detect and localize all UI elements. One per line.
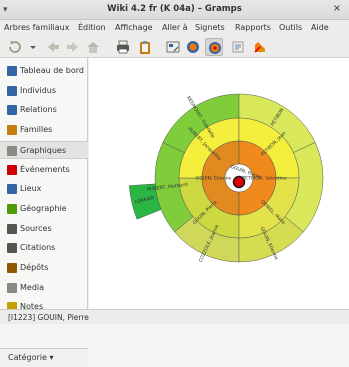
sidebar-item-label: Graphiques <box>20 145 66 155</box>
sidebar-item-label: Sources <box>20 223 52 233</box>
pedigree-icon <box>187 41 199 53</box>
category-label: Catégorie ▾ <box>8 353 54 362</box>
menu-rapports[interactable]: Rapports <box>235 23 271 32</box>
sidebar-item-repositories[interactable]: Dépôts <box>0 259 88 277</box>
menu-bar: Arbres familiaux Édition Affichage Aller… <box>0 20 349 36</box>
sidebar-item-label: Lieux <box>20 184 42 194</box>
sidebar-item-charts[interactable]: Graphiques <box>0 140 88 159</box>
sidebar-item-geography[interactable]: Géographie <box>0 200 88 218</box>
report-button[interactable] <box>251 38 269 56</box>
forward-icon <box>67 42 78 52</box>
sidebar-item-label: Dépôts <box>20 263 49 272</box>
menu-aller-a[interactable]: Aller à <box>162 23 188 32</box>
media-icon <box>7 282 17 293</box>
back-icon <box>48 42 59 52</box>
close-button[interactable]: × <box>331 3 343 15</box>
status-text: [I1223] GOUIN, Pierre <box>8 313 89 322</box>
menu-edition[interactable]: Édition <box>78 23 106 32</box>
sidebar-item-places[interactable]: Lieux <box>0 180 88 198</box>
menu-affichage[interactable]: Affichage <box>115 23 153 32</box>
sidebar-item-sources[interactable]: Sources <box>0 220 88 238</box>
charts-icon <box>7 145 17 156</box>
places-icon <box>7 184 17 195</box>
fan-active-icon <box>209 42 221 54</box>
sidebar-item-label: Géographie <box>20 203 67 213</box>
sidebar-item-dashboard[interactable]: Tableau de bord <box>0 62 88 80</box>
back-button[interactable] <box>44 38 62 56</box>
category-selector[interactable]: Catégorie ▾ <box>0 348 88 367</box>
sidebar-item-label: Familles <box>20 125 53 135</box>
sources-icon <box>7 223 17 234</box>
config-icon <box>166 41 180 53</box>
sidebar-item-people[interactable]: Individus <box>0 82 88 100</box>
gramps-window: ▾ Wiki 4.2 fr (K 04a) – Gramps × Arbres … <box>0 0 349 367</box>
sidebar-item-events[interactable]: Événements <box>0 161 88 179</box>
repositories-icon <box>7 263 17 273</box>
citations-icon <box>7 243 17 254</box>
title-bar[interactable]: ▾ Wiki 4.2 fr (K 04a) – Gramps × <box>0 0 349 20</box>
menu-signets[interactable]: Signets <box>195 23 225 32</box>
toolbar <box>0 36 349 58</box>
geography-icon <box>7 203 17 214</box>
sidebar-item-relations[interactable]: Relations <box>0 101 88 119</box>
dropdown-icon <box>30 46 36 49</box>
sidebar-item-label: Individus <box>20 85 57 95</box>
window-title: Wiki 4.2 fr (K 04a) – Gramps <box>107 4 242 14</box>
report-icon <box>254 42 265 53</box>
relations-icon <box>7 105 17 116</box>
status-bar: [I1223] GOUIN, Pierre <box>0 309 349 324</box>
descendant-view-button[interactable] <box>229 38 247 56</box>
fan-chart-view[interactable]: GOUIN, Pierre GOUIN, Étienne PETIBON, Vale… <box>89 58 349 309</box>
sidebar-item-label: Relations <box>20 105 57 115</box>
home-icon <box>87 42 99 53</box>
fan-chart-view-button[interactable] <box>205 38 223 56</box>
families-icon <box>7 125 17 136</box>
pedigree-view-button[interactable] <box>184 38 202 56</box>
sidebar-item-citations[interactable]: Citations <box>0 239 88 257</box>
sidebar-item-label: Media <box>20 282 45 292</box>
events-icon <box>7 164 17 175</box>
reload-icon <box>9 40 21 53</box>
people-icon <box>7 85 17 96</box>
sidebar-item-label: Tableau de bord <box>20 66 84 75</box>
forward-button[interactable] <box>64 38 82 56</box>
dashboard-icon <box>7 66 17 76</box>
navigator-sidebar: Tableau de bord Individus Relations Famille… <box>0 58 88 367</box>
sidebar-item-families[interactable]: Familles <box>0 121 88 139</box>
menu-outils[interactable]: Outils <box>279 23 302 32</box>
home-button[interactable] <box>84 38 102 56</box>
clipboard-button[interactable] <box>136 38 154 56</box>
clipboard-icon <box>140 41 150 54</box>
descendant-icon <box>232 41 244 53</box>
fan-chart[interactable]: GOUIN, PierreGOUIN, Étienne PETIBON, Vale… <box>89 58 349 309</box>
reload-button[interactable] <box>6 38 24 56</box>
mother-name: PETIBON, Valentine <box>242 176 286 182</box>
menu-arbres-familiaux[interactable]: Arbres familiaux <box>4 23 69 32</box>
sidebar-item-label: Citations <box>20 243 56 253</box>
configure-view-button[interactable] <box>164 38 182 56</box>
sidebar-item-media[interactable]: Media <box>0 279 88 297</box>
print-button[interactable] <box>114 38 132 56</box>
menu-aide[interactable]: Aide <box>311 23 329 32</box>
reload-dropdown[interactable] <box>27 38 37 56</box>
print-icon <box>117 40 129 54</box>
sidebar-item-label: Événements <box>20 164 70 174</box>
